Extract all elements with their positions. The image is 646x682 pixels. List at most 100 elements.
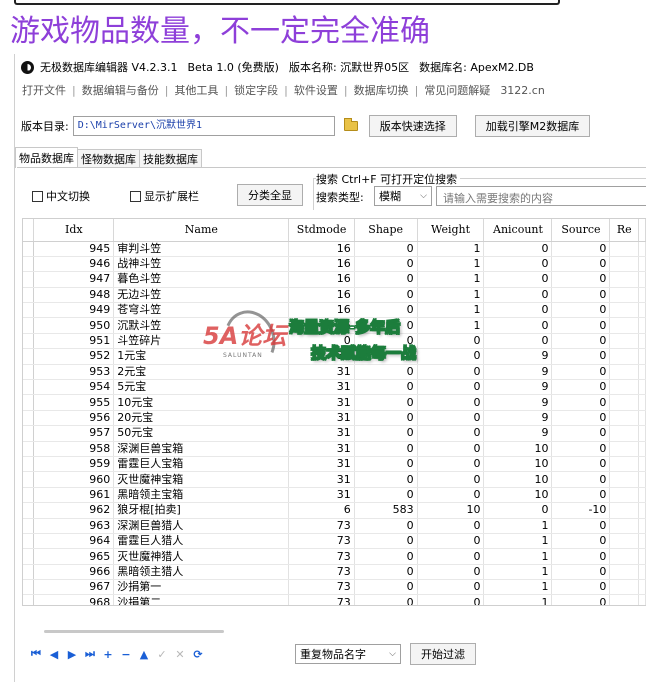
table-cell-empty[interactable] [609,456,639,473]
version-dir-input[interactable]: D:\MirServer\沉默世界1 [72,116,335,136]
table-cell[interactable]: 0 [354,364,418,381]
table-cell[interactable]: 0 [551,394,611,411]
table-cell[interactable]: 无边斗笠 [113,287,290,304]
table-row[interactable]: 964 雷霆巨人猎人 73 0 0 1 0 [23,533,646,550]
table-cell[interactable]: 2元宝 [113,364,290,381]
table-cell[interactable]: 0 [417,410,485,427]
table-cell[interactable]: 0 [551,271,611,288]
table-cell[interactable]: 73 [288,518,355,534]
table-cell[interactable]: 0 [417,548,485,565]
table-cell[interactable]: 967 [33,579,115,596]
table-cell[interactable]: 951 [33,333,115,350]
table-cell[interactable]: 0 [417,379,485,396]
table-cell[interactable]: 狼牙棍[拍卖] [113,502,290,519]
menu-item[interactable]: 软件设置 [289,82,343,98]
table-cell[interactable]: 960 [33,471,115,488]
table-cell[interactable]: 0 [354,594,418,605]
table-cell[interactable]: 深渊巨兽猎人 [113,518,290,534]
table-row[interactable]: 968 沙捐第二 73 0 0 1 0 [23,594,646,605]
table-cell-empty[interactable] [609,317,639,334]
table-cell-empty[interactable] [609,502,639,519]
table-cell[interactable]: 31 [288,348,355,365]
table-cell[interactable]: 31 [288,394,355,411]
table-cell[interactable]: 1 [483,564,553,581]
table-cell[interactable]: 0 [354,487,418,504]
expand-all-button[interactable]: 分类全显 [237,184,303,206]
table-cell[interactable]: 1 [483,533,553,550]
table-cell[interactable]: 0 [417,471,485,488]
table-cell[interactable]: 1 [483,594,553,605]
table-cell[interactable]: 0 [551,425,611,442]
table-cell[interactable]: 1 [417,302,485,319]
table-cell[interactable]: 1 [417,287,485,304]
table-row[interactable]: 967 沙捐第一 73 0 0 1 0 [23,579,646,596]
table-cell[interactable]: 0 [551,317,611,334]
table-cell[interactable]: 0 [354,271,418,288]
table-cell[interactable]: 947 [33,271,115,288]
table-cell[interactable]: 0 [417,333,485,350]
table-cell[interactable]: 10 [483,487,553,504]
table-cell[interactable]: 73 [288,579,355,596]
table-cell[interactable]: 963 [33,518,115,534]
table-cell[interactable]: 968 [33,594,115,605]
table-cell-empty[interactable] [609,241,639,257]
table-cell[interactable]: 0 [483,302,553,319]
next-icon[interactable]: ▶ [65,645,79,663]
table-row[interactable]: 965 灭世魔神猎人 73 0 0 1 0 [23,548,646,565]
table-cell[interactable]: 9 [483,425,553,442]
table-cell[interactable]: 0 [551,241,611,257]
table-cell-empty[interactable] [609,394,639,411]
table-cell[interactable]: 雷霆巨人猎人 [113,533,290,550]
tab-0[interactable]: 物品数据库 [15,147,78,168]
table-cell[interactable]: 0 [551,287,611,304]
table-cell[interactable]: 雷霆巨人宝箱 [113,456,290,473]
table-row[interactable]: 963 深渊巨兽猎人 73 0 0 1 0 [23,518,646,534]
table-cell[interactable]: 962 [33,502,115,519]
table-cell[interactable]: 0 [551,256,611,273]
refresh-icon[interactable]: ⟳ [191,645,205,663]
table-cell[interactable]: 0 [551,379,611,396]
horizontal-scrollbar[interactable] [22,627,646,637]
edit-icon[interactable]: ▲ [137,645,151,663]
table-cell-empty[interactable] [609,333,639,350]
table-cell[interactable]: 16 [288,256,355,273]
table-cell[interactable]: 0 [417,364,485,381]
table-cell[interactable]: 31 [288,471,355,488]
table-cell[interactable]: 0 [551,410,611,427]
table-cell[interactable]: 31 [288,410,355,427]
table-cell[interactable]: 0 [483,256,553,273]
load-m2-database-button[interactable]: 加载引擎M2数据库 [474,115,591,137]
table-cell[interactable]: 0 [354,256,418,273]
browse-folder-button[interactable] [341,116,361,136]
confirm-icon[interactable]: ✓ [155,645,169,663]
table-cell[interactable]: 9 [483,410,553,427]
table-cell[interactable]: 0 [483,241,553,257]
table-cell[interactable]: 6 [288,502,355,519]
table-cell[interactable]: 灭世魔神宝箱 [113,471,290,488]
table-cell-empty[interactable] [609,348,639,365]
duplicate-filter-select[interactable]: 重复物品名字 ⌵ [295,644,401,664]
column-header[interactable]: Stdmode [288,219,355,242]
table-cell[interactable]: 0 [417,348,485,365]
table-cell[interactable]: 73 [288,594,355,605]
table-cell-empty[interactable] [609,271,639,288]
table-cell[interactable]: 深渊巨兽宝箱 [113,441,290,457]
table-cell-empty[interactable] [609,518,639,534]
column-header[interactable]: Re [609,219,639,242]
table-cell[interactable]: 73 [288,533,355,550]
table-cell-empty[interactable] [609,302,639,319]
table-row[interactable]: 952 1元宝 31 0 0 9 0 [23,348,646,365]
table-row[interactable]: 949 苍穹斗笠 16 0 1 0 0 [23,302,646,319]
table-cell[interactable]: 950 [33,317,115,334]
table-cell[interactable]: 16 [288,302,355,319]
table-cell[interactable]: 946 [33,256,115,273]
table-cell[interactable]: 沙捐第二 [113,594,290,605]
table-cell[interactable]: 1 [483,548,553,565]
table-cell[interactable]: 0 [417,518,485,534]
quick-select-version-button[interactable]: 版本快速选择 [368,115,457,137]
table-cell[interactable]: 16 [288,287,355,304]
table-cell[interactable]: 73 [288,548,355,565]
delete-icon[interactable]: − [119,645,133,663]
start-filter-button[interactable]: 开始过滤 [410,643,476,665]
table-cell[interactable]: 5元宝 [113,379,290,396]
